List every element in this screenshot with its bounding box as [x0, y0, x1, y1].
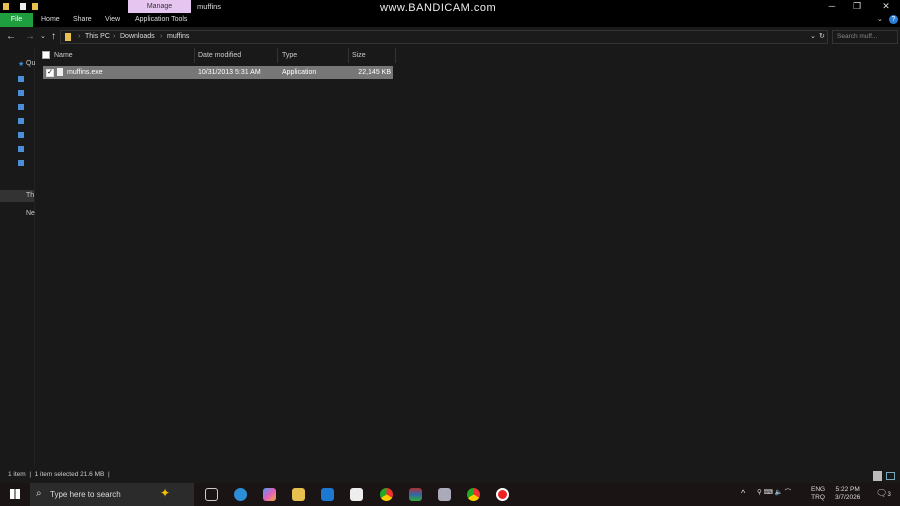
nav-item-quick-access[interactable]: Qu — [26, 60, 35, 67]
tab-view[interactable]: View — [105, 13, 120, 27]
window-title: muffins — [197, 2, 222, 11]
tab-home[interactable]: Home — [41, 13, 60, 27]
breadcrumb-downloads[interactable]: Downloads — [120, 31, 155, 43]
bandicam-icon[interactable] — [496, 488, 509, 501]
store-icon[interactable] — [350, 488, 363, 501]
refresh-icon[interactable]: ↻ — [819, 31, 825, 43]
show-hidden-icons[interactable]: ^ — [741, 489, 745, 498]
copilot-sparkle-icon[interactable]: ✦ — [160, 486, 170, 500]
chrome-icon[interactable] — [467, 488, 480, 501]
language-indicator[interactable]: ENG TRQ — [811, 486, 825, 502]
item-count: 1 item — [8, 471, 26, 478]
select-all-checkbox[interactable] — [42, 51, 50, 59]
file-explorer-icon[interactable] — [292, 488, 305, 501]
tray-icons[interactable]: ⚲ ⌨ 🔈 ⌒ — [757, 489, 791, 497]
manage-tab[interactable]: Manage — [128, 0, 191, 13]
file-size: 22,145 KB — [358, 69, 391, 76]
tab-file[interactable]: File — [0, 13, 33, 27]
quick-access-icon: ★ — [18, 61, 25, 68]
status-bar: 1 item | 1 item selected 21.6 MB | — [0, 467, 900, 483]
lang-primary: ENG — [811, 486, 826, 493]
expand-ribbon-icon[interactable]: ⌄ — [877, 13, 883, 27]
file-date: 10/31/2013 5:31 AM — [198, 69, 261, 76]
file-type: Application — [282, 69, 317, 76]
up-icon[interactable]: ↑ — [51, 31, 56, 43]
chevron-right-icon: › — [113, 33, 116, 40]
copilot-icon[interactable] — [263, 488, 276, 501]
date: 3/7/2026 — [835, 494, 861, 501]
notifications-icon[interactable]: 🗨3 — [876, 489, 891, 499]
large-icons-view-button[interactable] — [886, 472, 895, 480]
breadcrumb-this-pc[interactable]: This PC — [85, 31, 110, 43]
selection-info: 1 item selected 21.6 MB — [34, 471, 105, 478]
search-input[interactable]: Search muff... — [832, 30, 898, 44]
exe-file-icon — [57, 68, 63, 76]
chevron-right-icon: › — [160, 33, 163, 40]
edge-icon[interactable] — [234, 488, 247, 501]
folder-icon — [3, 3, 9, 10]
app-icon[interactable] — [438, 488, 451, 501]
lang-secondary: TRQ — [811, 494, 825, 501]
help-icon[interactable]: ? — [889, 15, 898, 24]
properties-icon[interactable] — [20, 3, 26, 10]
nav-item-network[interactable]: Ne — [26, 210, 35, 217]
start-button[interactable] — [10, 489, 20, 499]
chrome-icon[interactable] — [380, 488, 393, 501]
outlook-icon[interactable] — [321, 488, 334, 501]
tab-share[interactable]: Share — [73, 13, 92, 27]
minimize-button[interactable]: ─ — [818, 0, 846, 13]
nav-item-this-pc[interactable]: Th — [26, 192, 34, 199]
address-dropdown-icon[interactable]: ⌄ — [810, 31, 816, 43]
maximize-button[interactable]: ❐ — [843, 0, 871, 13]
close-button[interactable]: ✕ — [872, 0, 900, 13]
chevron-right-icon: › — [78, 33, 81, 40]
time: 5:22 PM — [835, 486, 860, 493]
forward-icon[interactable]: → — [25, 31, 35, 43]
clock[interactable]: 5:22 PM 3/7/2026 — [835, 486, 860, 502]
new-folder-icon[interactable] — [32, 3, 38, 10]
details-view-button[interactable] — [873, 471, 882, 481]
column-header-name[interactable]: Name — [50, 48, 195, 63]
recent-icon[interactable]: ⌄ — [40, 31, 46, 43]
folder-icon — [65, 33, 71, 41]
nav-folder-icons — [18, 76, 24, 172]
row-checkbox[interactable]: ✓ — [46, 69, 54, 77]
column-header-type[interactable]: Type — [278, 48, 349, 63]
search-icon: ⌕ — [36, 488, 42, 499]
column-header-size[interactable]: Size — [348, 48, 396, 63]
winrar-icon[interactable] — [409, 488, 422, 501]
back-icon[interactable]: ← — [6, 31, 16, 43]
file-name: muffins.exe — [67, 69, 103, 76]
tab-application-tools[interactable]: Application Tools — [135, 13, 187, 27]
notification-count: 3 — [887, 492, 891, 498]
column-header-date[interactable]: Date modified — [194, 48, 278, 63]
task-view-icon[interactable] — [205, 488, 218, 501]
breadcrumb-muffins[interactable]: muffins — [167, 31, 189, 43]
